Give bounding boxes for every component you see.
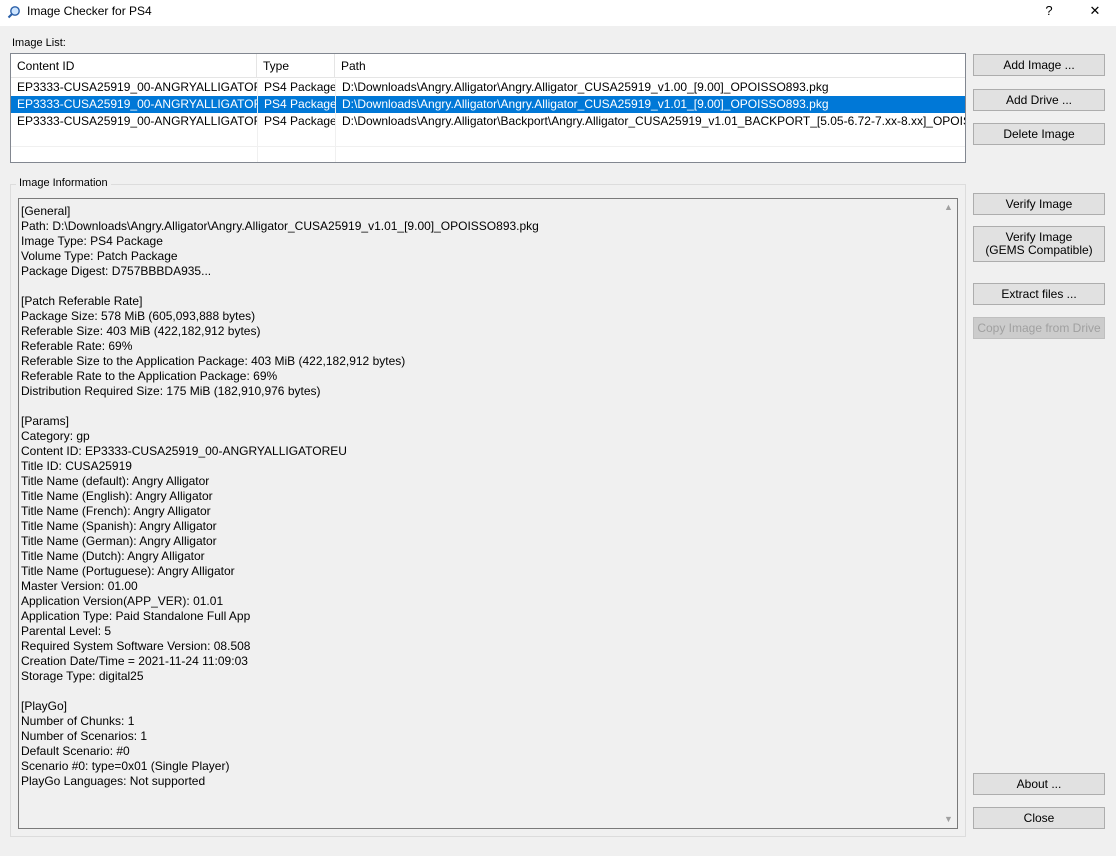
extract-files-button[interactable]: Extract files ... <box>973 283 1105 305</box>
info-line: Default Scenario: #0 <box>21 744 130 758</box>
verify-image-button[interactable]: Verify Image <box>973 193 1105 215</box>
verify-image-gems-button[interactable]: Verify Image (GEMS Compatible) <box>973 226 1105 262</box>
close-button[interactable]: Close <box>973 807 1105 829</box>
info-line: Path: D:\Downloads\Angry.Alligator\Angry… <box>21 219 539 233</box>
info-line: Volume Type: Patch Package <box>21 249 178 263</box>
info-line: Title Name (default): Angry Alligator <box>21 474 210 488</box>
info-line: PlayGo Languages: Not supported <box>21 774 206 788</box>
row-content-id: EP3333-CUSA25919_00-ANGRYALLIGATOREU <box>17 80 257 94</box>
info-line: Number of Scenarios: 1 <box>21 729 148 743</box>
info-line: Master Version: 01.00 <box>21 579 138 593</box>
info-line: Image Type: PS4 Package <box>21 234 163 248</box>
list-header: Content ID Type Path <box>11 54 965 78</box>
info-line: Referable Size: 403 MiB (422,182,912 byt… <box>21 324 261 338</box>
add-image-button[interactable]: Add Image ... <box>973 54 1105 76</box>
app-magnifier-icon <box>7 6 20 19</box>
list-row-selected[interactable]: EP3333-CUSA25919_00-ANGRYALLIGATOREU PS4… <box>11 96 965 113</box>
row-content-id: EP3333-CUSA25919_00-ANGRYALLIGATOREU <box>17 114 257 128</box>
info-line: Content ID: EP3333-CUSA25919_00-ANGRYALL… <box>21 444 347 458</box>
list-row-empty <box>11 130 965 147</box>
info-line: [PlayGo] <box>21 699 68 713</box>
scroll-up-arrow-icon[interactable]: ▲ <box>940 199 957 216</box>
info-line: [Params] <box>21 414 70 428</box>
info-line: Title Name (French): Angry Alligator <box>21 504 211 518</box>
info-line <box>21 279 936 294</box>
empty-cell <box>11 147 257 162</box>
list-row[interactable]: EP3333-CUSA25919_00-ANGRYALLIGATOREU PS4… <box>11 113 965 130</box>
column-header-path[interactable]: Path <box>335 54 965 78</box>
info-line: Application Version(APP_VER): 01.01 <box>21 594 224 608</box>
empty-cell <box>257 147 335 162</box>
info-line: Application Type: Paid Standalone Full A… <box>21 609 251 623</box>
info-line: [Patch Referable Rate] <box>21 294 143 308</box>
empty-cell <box>335 147 965 162</box>
info-line: Parental Level: 5 <box>21 624 112 638</box>
row-type: PS4 Package <box>257 79 335 96</box>
info-line: Referable Rate: 69% <box>21 339 133 353</box>
info-line: Title Name (Spanish): Angry Alligator <box>21 519 217 533</box>
add-drive-button[interactable]: Add Drive ... <box>973 89 1105 111</box>
image-list[interactable]: Content ID Type Path EP3333-CUSA25919_00… <box>10 53 966 163</box>
list-row-empty <box>11 147 965 162</box>
title-bar: Image Checker for PS4 ? ✕ <box>0 0 1116 26</box>
info-line: Title ID: CUSA25919 <box>21 459 132 473</box>
window-close-button[interactable]: ✕ <box>1072 0 1116 24</box>
info-line: Storage Type: digital25 <box>21 669 144 683</box>
column-header-type[interactable]: Type <box>257 54 335 78</box>
info-line: Scenario #0: type=0x01 (Single Player) <box>21 759 230 773</box>
info-line: Title Name (English): Angry Alligator <box>21 489 213 503</box>
info-line: Package Size: 578 MiB (605,093,888 bytes… <box>21 309 256 323</box>
window-title: Image Checker for PS4 <box>27 4 152 18</box>
info-line: Required System Software Version: 08.508 <box>21 639 251 653</box>
info-line: Title Name (Portuguese): Angry Alligator <box>21 564 235 578</box>
info-line <box>21 399 936 414</box>
row-type: PS4 Package <box>257 96 335 113</box>
scroll-down-arrow-icon[interactable]: ▼ <box>940 811 957 828</box>
row-path: D:\Downloads\Angry.Alligator\Backport\An… <box>335 113 965 130</box>
info-line: Distribution Required Size: 175 MiB (182… <box>21 384 321 398</box>
info-line: Referable Size to the Application Packag… <box>21 354 406 368</box>
verify-gems-label-line2: (GEMS Compatible) <box>985 243 1093 257</box>
info-line: Creation Date/Time = 2021-11-24 11:09:03 <box>21 654 248 668</box>
info-line <box>21 684 936 699</box>
row-path: D:\Downloads\Angry.Alligator\Angry.Allig… <box>335 96 965 113</box>
row-path: D:\Downloads\Angry.Alligator\Angry.Allig… <box>335 79 965 96</box>
empty-cell <box>335 130 965 147</box>
copy-image-from-drive-button: Copy Image from Drive <box>973 317 1105 339</box>
info-line: Title Name (Dutch): Angry Alligator <box>21 549 205 563</box>
info-line: Package Digest: D757BBBDA935... <box>21 264 212 278</box>
image-list-label: Image List: <box>12 37 66 49</box>
info-line: Category: gp <box>21 429 90 443</box>
empty-cell <box>11 130 257 147</box>
empty-cell <box>257 130 335 147</box>
help-button[interactable]: ? <box>1026 0 1072 24</box>
column-header-content-id[interactable]: Content ID <box>11 54 257 78</box>
info-line: [General] <box>21 204 71 218</box>
info-line: Title Name (German): Angry Alligator <box>21 534 217 548</box>
list-row[interactable]: EP3333-CUSA25919_00-ANGRYALLIGATOREU PS4… <box>11 79 965 96</box>
image-information-textbox[interactable]: [General] Path: D:\Downloads\Angry.Alliga… <box>18 198 958 829</box>
image-information-label: Image Information <box>16 177 111 189</box>
row-content-id: EP3333-CUSA25919_00-ANGRYALLIGATOREU <box>17 97 257 111</box>
image-information-text: [General] Path: D:\Downloads\Angry.Alliga… <box>21 204 936 789</box>
info-line: Number of Chunks: 1 <box>21 714 135 728</box>
about-button[interactable]: About ... <box>973 773 1105 795</box>
vertical-scrollbar[interactable]: ▲ ▼ <box>940 199 957 828</box>
delete-image-button[interactable]: Delete Image <box>973 123 1105 145</box>
row-type: PS4 Package <box>257 113 335 130</box>
info-line: Referable Rate to the Application Packag… <box>21 369 278 383</box>
